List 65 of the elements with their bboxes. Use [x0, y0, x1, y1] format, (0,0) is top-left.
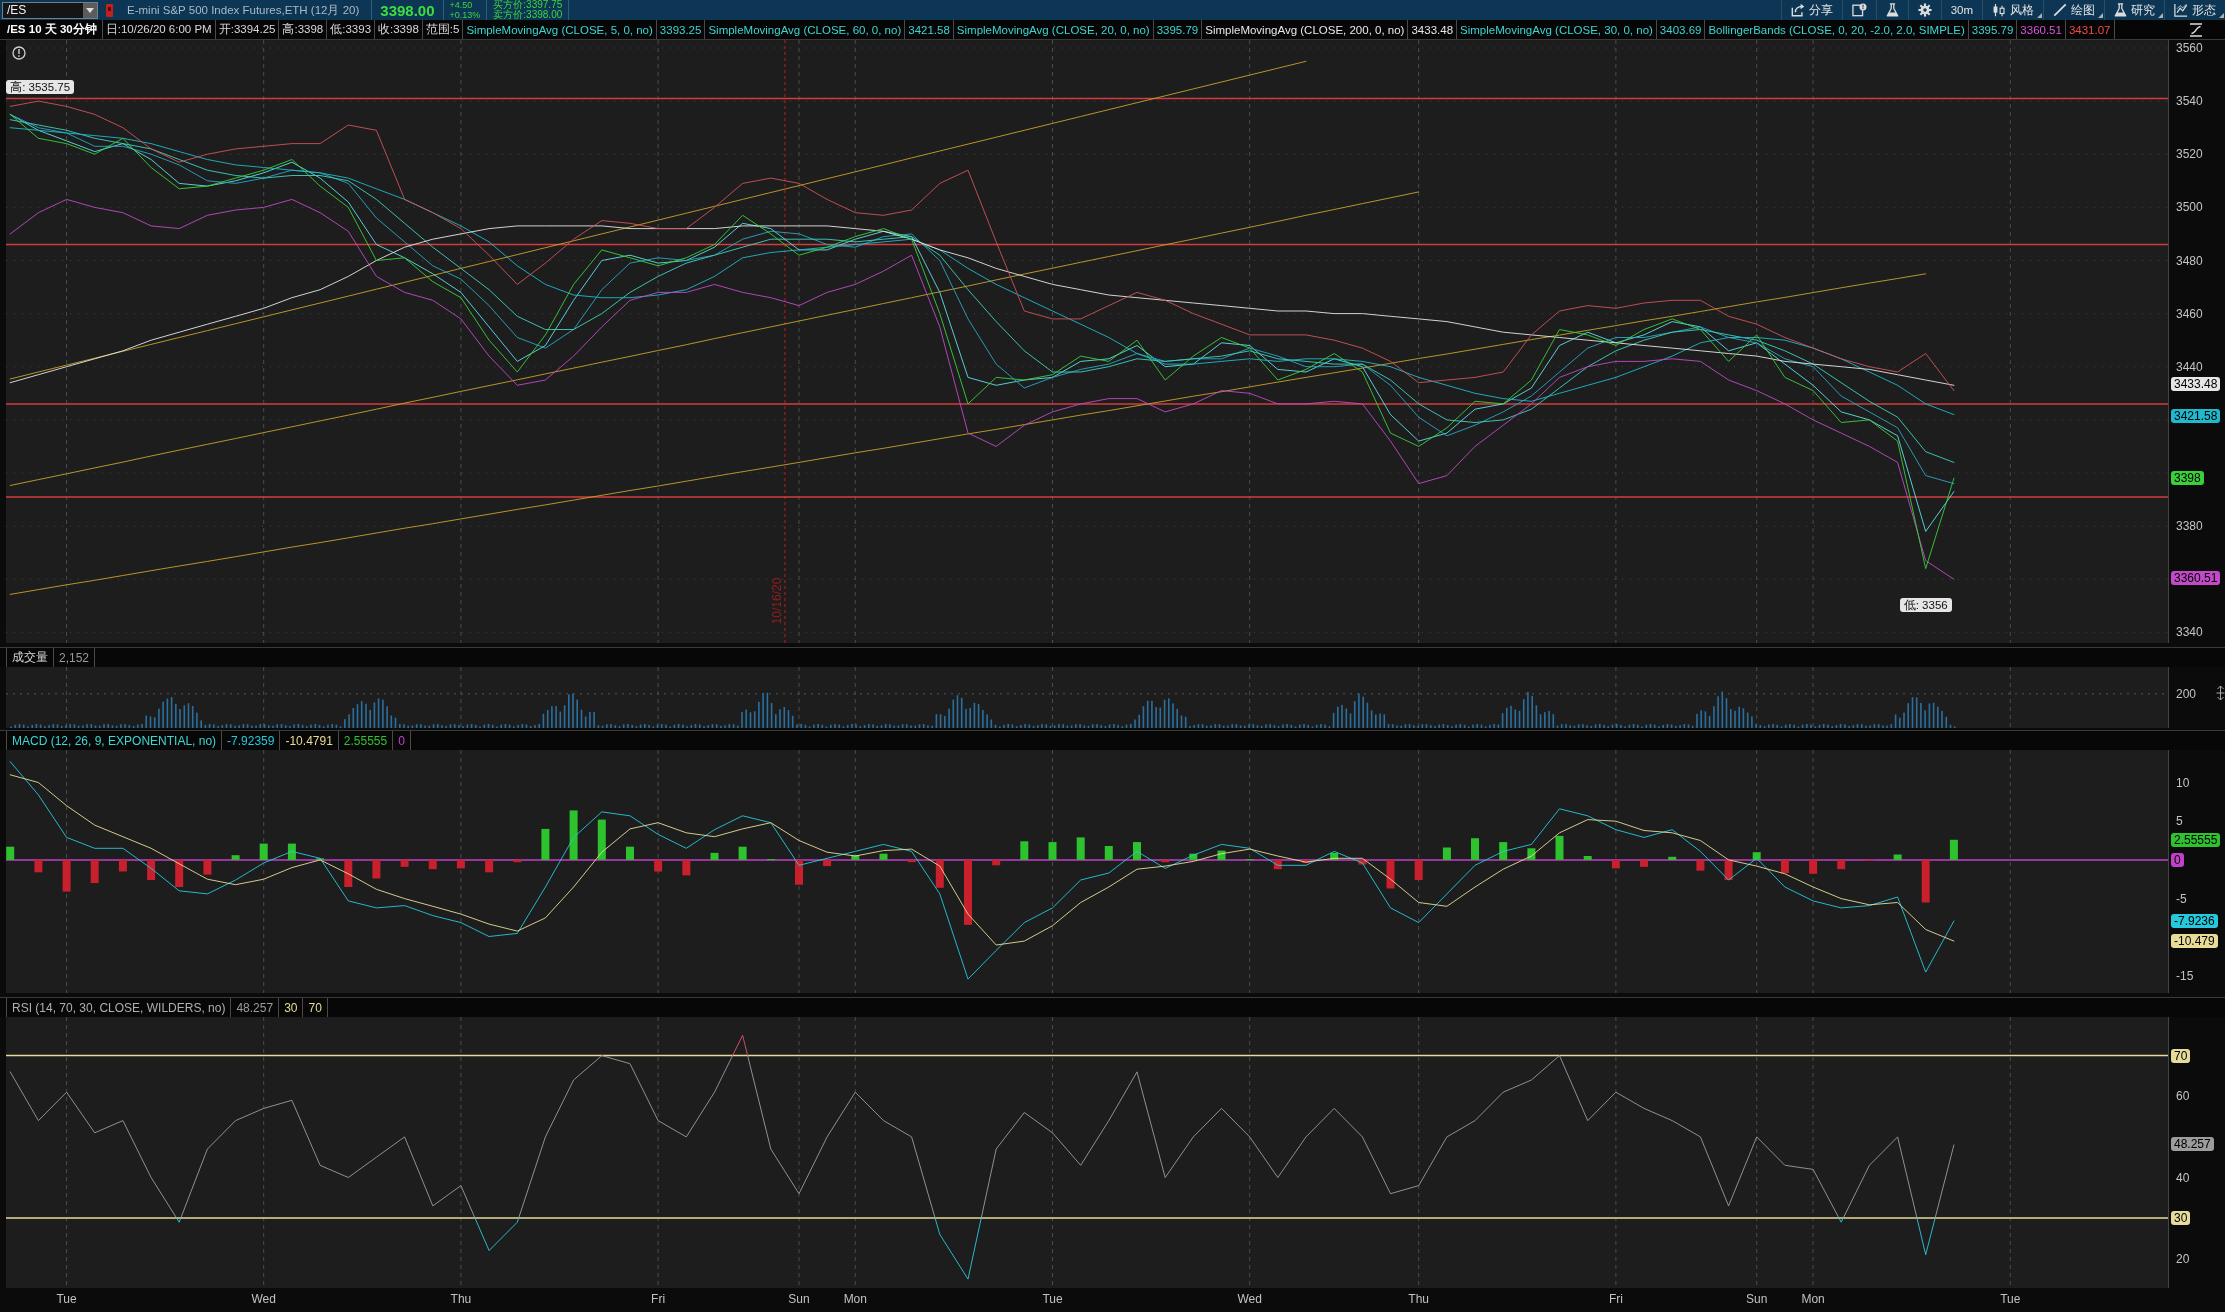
axis-value-tag: 30	[2171, 1211, 2191, 1226]
axis-value-tag: 3398	[2171, 471, 2204, 486]
axis-tick-label: 3480	[2176, 253, 2203, 268]
bar-info-field: 收:3398	[375, 20, 423, 39]
axis-tick-label: 3440	[2176, 359, 2203, 374]
axis-tick-label: 20	[2176, 1251, 2190, 1266]
axis-value-tag: -7.9236	[2171, 914, 2218, 929]
date-marker-label: 10/16/20	[770, 577, 784, 625]
axis-tick-label: 3460	[2176, 306, 2203, 321]
study-value: 3393.25	[656, 20, 706, 39]
axis-tick-label: -15	[2176, 969, 2194, 983]
chart-title: /ES 10 天 30分钟	[0, 20, 103, 39]
bar-info-field: 日:10/26/20 6:00 PM	[102, 20, 216, 39]
axis-value-tag: 70	[2171, 1048, 2191, 1063]
axis-value-tag: -10.479	[2171, 934, 2218, 948]
axis-value-tag: 3433.48	[2171, 377, 2221, 392]
study-value: 3421.58	[905, 20, 954, 39]
time-axis-label: Mon	[843, 1292, 867, 1306]
ask-price: 卖方价:3398.00	[493, 10, 563, 20]
time-axis-label: Tue	[1042, 1292, 1063, 1306]
axis-tick-label: 3540	[2176, 94, 2203, 109]
bar-info-field: 范围:5	[422, 20, 464, 39]
price-change: +4.50	[449, 0, 474, 10]
study-value: 3360.51	[2017, 20, 2066, 39]
time-axis-label: Mon	[1801, 1292, 1825, 1306]
time-axis-label: Sun	[1746, 1292, 1768, 1306]
time-axis-label: Thu	[450, 1292, 472, 1306]
axis-value-tag: 0	[2171, 852, 2184, 867]
percent-change: +0.13%	[449, 10, 481, 20]
axis-tick-label: 5	[2176, 814, 2183, 829]
bid-price: 买方价:3397.75	[493, 0, 563, 10]
axis-tick-label: 40	[2176, 1170, 2190, 1185]
time-axis-label: Tue	[2000, 1292, 2021, 1306]
axis-tick-label: 200	[2176, 686, 2197, 701]
study-value: 3395.79	[1153, 20, 1203, 39]
time-axis-label: Thu	[1408, 1292, 1430, 1306]
axis-tick-label: 3340	[2176, 625, 2203, 640]
axis-tick-label: 10	[2176, 775, 2190, 790]
study-value: 3395.79	[1968, 20, 2018, 39]
axis-tick-label: -5	[2176, 891, 2187, 906]
time-axis-label: Sun	[788, 1292, 810, 1306]
time-axis-label: Fri	[1608, 1292, 1623, 1306]
axis-value-tag: 3360.51	[2171, 570, 2221, 585]
study-value: 3431.07	[2065, 20, 2115, 39]
axis-tick-label: 3380	[2176, 519, 2203, 534]
axis-value-tag: 2.55555	[2171, 833, 2221, 848]
time-axis-label: Wed	[251, 1292, 276, 1306]
axis-tick-label: 3500	[2176, 200, 2203, 215]
time-axis-label: Fri	[651, 1292, 666, 1306]
study-value: 3403.69	[1656, 20, 1706, 39]
time-axis-label: Tue	[56, 1292, 77, 1306]
bar-info-field: 低:3393	[327, 20, 376, 39]
time-axis-label: Wed	[1237, 1292, 1262, 1306]
bar-info-field: 高:3398	[279, 20, 328, 39]
axis-tick-label: 60	[2176, 1089, 2190, 1104]
axis-value-tag: 3421.58	[2171, 408, 2221, 423]
study-value: 3433.48	[1408, 20, 1458, 39]
bar-info-field: 开:3394.25	[215, 20, 280, 39]
axis-tick-label: 3520	[2176, 147, 2203, 162]
last-price: 3398.00	[379, 1, 436, 19]
price-extreme-label: 高: 3535.75	[6, 80, 75, 95]
axis-value-tag: 48.257	[2171, 1136, 2214, 1151]
axis-tick-label: 3560	[2176, 41, 2203, 55]
instrument-description: E-mini S&P 500 Index Futures,ETH (12月 20)	[127, 2, 361, 18]
price-extreme-label: 低: 3356	[1899, 597, 1952, 612]
